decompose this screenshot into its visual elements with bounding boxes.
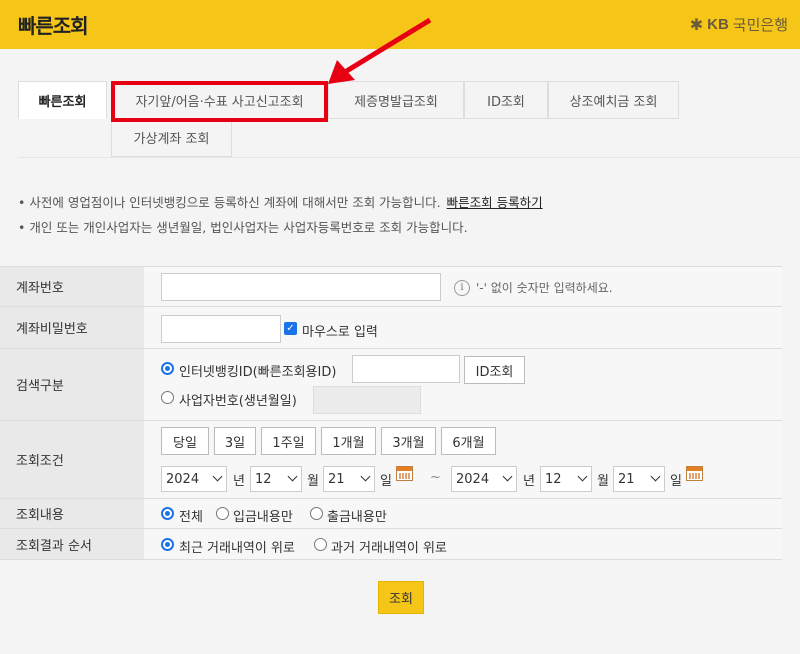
page-header: 빠른조회 ✱ KB 국민은행 bbox=[0, 0, 800, 49]
row-account-password: 계좌비밀번호 ✓ 마우스로 입력 bbox=[0, 306, 782, 348]
tab-id-inquiry[interactable]: ID조회 bbox=[464, 81, 548, 119]
tab-check-accident-report[interactable]: 자기앞/어음·수표 사고신고조회 bbox=[111, 81, 328, 119]
from-month-select[interactable]: 12 bbox=[250, 466, 302, 492]
tab-divider bbox=[18, 157, 800, 158]
tab-funeral-deposit[interactable]: 상조예치금 조회 bbox=[548, 81, 679, 119]
account-number-input[interactable] bbox=[161, 273, 441, 301]
business-number-input[interactable] bbox=[313, 386, 421, 414]
info-icon: i bbox=[454, 279, 470, 296]
account-password-input[interactable] bbox=[161, 315, 281, 343]
radio-order-past[interactable] bbox=[314, 538, 327, 551]
to-day-select[interactable]: 21 bbox=[613, 466, 665, 492]
radio-order-recent[interactable] bbox=[161, 538, 174, 551]
tab-virtual-account[interactable]: 가상계좌 조회 bbox=[111, 119, 232, 157]
radio-content-all[interactable] bbox=[161, 507, 174, 520]
row-inquiry-content: 조회내용 전체 입금내용만 출금내용만 bbox=[0, 498, 782, 528]
to-year-select[interactable]: 2024 bbox=[451, 466, 517, 492]
from-day-select[interactable]: 21 bbox=[323, 466, 375, 492]
notice-text: • 사전에 영업점이나 인터넷뱅킹으로 등록하신 계좌에 대해서만 조회 가능합… bbox=[18, 195, 543, 235]
chevron-down-icon bbox=[360, 471, 371, 482]
chevron-down-icon bbox=[502, 471, 513, 482]
period-today-button[interactable]: 당일 bbox=[161, 427, 209, 455]
chevron-down-icon bbox=[650, 471, 661, 482]
to-month-select[interactable]: 12 bbox=[540, 466, 592, 492]
chevron-down-icon bbox=[287, 471, 298, 482]
mouse-input-label: 마우스로 입력 bbox=[302, 325, 378, 340]
page-title: 빠른조회 bbox=[18, 14, 89, 38]
banking-id-input[interactable] bbox=[352, 355, 460, 383]
from-year-select[interactable]: 2024 bbox=[161, 466, 227, 492]
account-number-hint: '-' 없이 숫자만 입력하세요. bbox=[476, 281, 613, 295]
from-calendar-icon[interactable] bbox=[396, 466, 413, 481]
chevron-down-icon bbox=[577, 471, 588, 482]
row-result-order: 조회결과 순서 최근 거래내역이 위로 과거 거래내역이 위로 bbox=[0, 528, 782, 560]
period-1week-button[interactable]: 1주일 bbox=[261, 427, 316, 455]
period-3day-button[interactable]: 3일 bbox=[214, 427, 256, 455]
row-inquiry-condition: 조회조건 당일 3일 1주일 1개월 3개월 6개월 2024 년 12 월 2… bbox=[0, 420, 782, 498]
radio-internet-banking-id[interactable] bbox=[161, 362, 174, 375]
radio-content-withdrawal[interactable] bbox=[310, 507, 323, 520]
radio-content-deposit[interactable] bbox=[216, 507, 229, 520]
chevron-down-icon bbox=[212, 471, 223, 482]
to-calendar-icon[interactable] bbox=[686, 466, 703, 481]
mouse-input-checkbox[interactable]: ✓ bbox=[284, 322, 297, 335]
register-quick-inquiry-link[interactable]: 빠른조회 등록하기 bbox=[447, 195, 543, 210]
kb-logo[interactable]: ✱ KB 국민은행 bbox=[690, 14, 788, 35]
submit-inquiry-button[interactable]: 조회 bbox=[378, 581, 424, 614]
kb-star-icon: ✱ bbox=[689, 15, 704, 34]
period-6month-button[interactable]: 6개월 bbox=[441, 427, 496, 455]
period-3month-button[interactable]: 3개월 bbox=[381, 427, 436, 455]
period-1month-button[interactable]: 1개월 bbox=[321, 427, 376, 455]
row-search-type: 검색구분 인터넷뱅킹ID(빠른조회용ID) ID조회 사업자번호(생년월일) bbox=[0, 348, 782, 420]
row-account-number: 계좌번호 i '-' 없이 숫자만 입력하세요. bbox=[0, 266, 782, 306]
radio-business-number[interactable] bbox=[161, 391, 174, 404]
tab-quick-inquiry[interactable]: 빠른조회 bbox=[18, 81, 107, 119]
id-lookup-button[interactable]: ID조회 bbox=[464, 356, 525, 384]
tab-certificate-issuance[interactable]: 제증명발급조회 bbox=[328, 81, 464, 119]
